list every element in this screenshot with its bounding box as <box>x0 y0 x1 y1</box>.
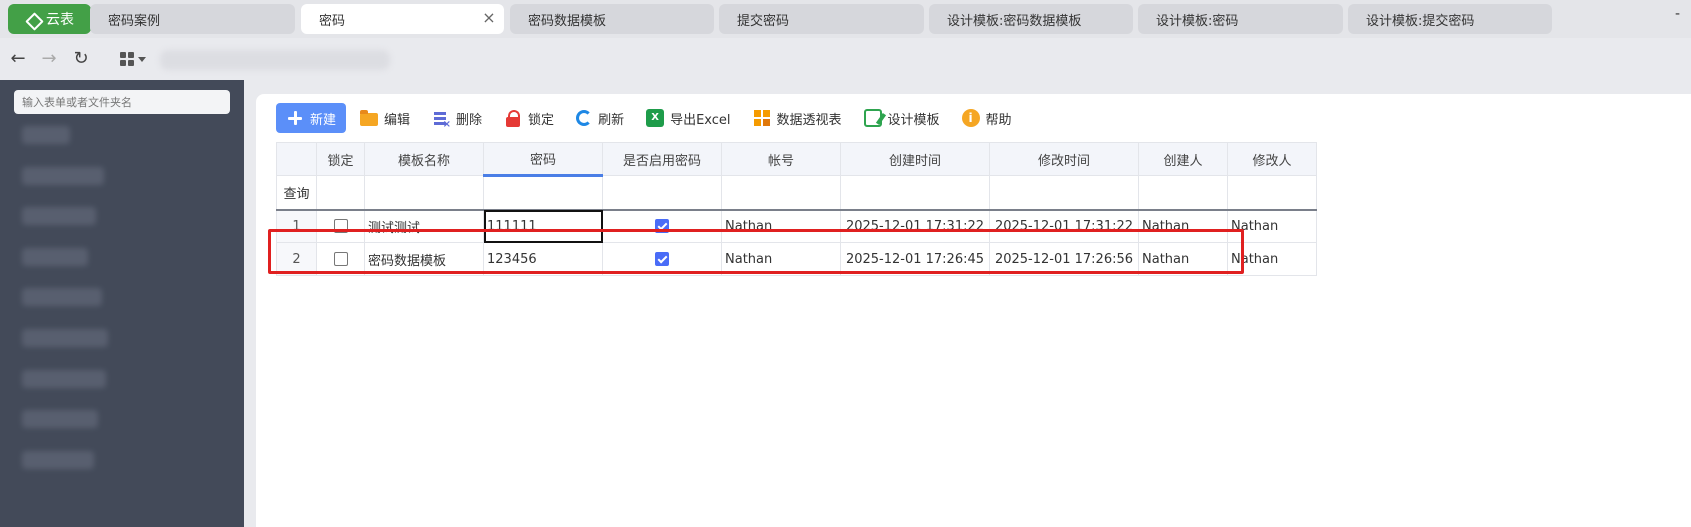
sidebar-item[interactable] <box>22 167 104 185</box>
column-header-locked[interactable]: 锁定 <box>316 142 365 176</box>
help-icon: i <box>961 109 980 127</box>
tab-overflow[interactable]: - <box>1675 6 1680 22</box>
column-header-account[interactable]: 帐号 <box>721 142 841 176</box>
sidebar-item[interactable] <box>22 329 108 347</box>
sidebar-item[interactable] <box>22 248 88 266</box>
tab-submit-password[interactable]: 提交密码 <box>719 4 924 34</box>
template-name-cell[interactable]: 密码数据模板 <box>364 242 484 276</box>
nav-bar: ← → ↻ <box>0 38 1691 80</box>
pivot-table-icon <box>753 109 771 127</box>
edit-button[interactable]: 编辑 <box>352 103 418 133</box>
column-header-modifier[interactable]: 修改人 <box>1227 142 1317 176</box>
tab-design-submit-password[interactable]: 设计模板:提交密码 <box>1348 4 1552 34</box>
enabled-cell[interactable] <box>602 242 722 276</box>
creator-cell[interactable]: Nathan <box>1138 209 1228 243</box>
lock-icon <box>504 109 522 127</box>
filter-row: 查询 <box>276 175 1317 210</box>
plus-icon <box>286 109 304 127</box>
address-bar-blurred <box>160 50 390 70</box>
account-cell[interactable]: Nathan <box>721 209 841 243</box>
table-row[interactable]: 1 测试测试 111111 Nathan 2025-12-01 17:31:22… <box>276 209 1317 243</box>
created-time-cell[interactable]: 2025-12-01 17:31:22 <box>840 209 990 243</box>
table-row[interactable]: 2 密码数据模板 123456 Nathan 2025-12-01 17:26:… <box>276 242 1317 276</box>
modified-time-cell[interactable]: 2025-12-01 17:26:56 <box>989 242 1139 276</box>
brand-logo-icon <box>25 12 40 27</box>
tab-password[interactable]: 密码 × <box>301 4 504 34</box>
modifier-cell[interactable]: Nathan <box>1227 209 1317 243</box>
column-header-creator[interactable]: 创建人 <box>1138 142 1228 176</box>
modified-time-cell[interactable]: 2025-12-01 17:31:22 <box>989 209 1139 243</box>
help-button[interactable]: i 帮助 <box>954 103 1020 133</box>
modifier-cell[interactable]: Nathan <box>1227 242 1317 276</box>
locked-cell[interactable] <box>316 209 365 243</box>
account-cell[interactable]: Nathan <box>721 242 841 276</box>
design-edit-icon <box>863 109 882 127</box>
filter-cell[interactable] <box>1227 175 1317 210</box>
column-header-created-time[interactable]: 创建时间 <box>840 142 990 176</box>
filter-cell[interactable] <box>364 175 484 210</box>
lock-button[interactable]: 锁定 <box>496 103 562 133</box>
column-header-modified-time[interactable]: 修改时间 <box>989 142 1139 176</box>
close-tab-icon[interactable]: × <box>482 10 496 26</box>
filter-cell[interactable] <box>721 175 841 210</box>
locked-checkbox[interactable] <box>333 219 348 234</box>
row-number[interactable]: 1 <box>276 209 317 243</box>
sidebar-search-input[interactable] <box>14 90 230 114</box>
new-button[interactable]: 新建 <box>276 103 347 133</box>
brand-label: 云表 <box>46 12 74 28</box>
row-number[interactable]: 2 <box>276 242 317 276</box>
tab-design-password-data-template[interactable]: 设计模板:密码数据模板 <box>929 4 1133 34</box>
column-header-password-enabled[interactable]: 是否启用密码 <box>602 142 722 176</box>
apps-grid-icon <box>120 52 134 66</box>
export-excel-button[interactable]: X 导出Excel <box>638 103 738 133</box>
enabled-checkbox[interactable] <box>655 219 669 234</box>
sidebar-item[interactable] <box>22 126 70 144</box>
data-grid: 锁定 模板名称 密码 是否启用密码 帐号 创建时间 修改时间 创建人 修改人 查… <box>276 142 1317 276</box>
tab-design-password[interactable]: 设计模板:密码 <box>1138 4 1343 34</box>
back-arrow-icon[interactable]: ← <box>7 48 29 70</box>
sidebar-item[interactable] <box>22 288 102 306</box>
filter-cell[interactable] <box>602 175 722 210</box>
filter-cell[interactable] <box>316 175 365 210</box>
template-name-cell[interactable]: 测试测试 <box>364 209 484 243</box>
enabled-cell[interactable] <box>602 209 722 243</box>
delete-rows-icon <box>432 109 451 130</box>
enabled-checkbox[interactable] <box>655 252 669 266</box>
filter-cell[interactable] <box>1138 175 1228 210</box>
password-cell[interactable]: 111111 <box>483 209 603 243</box>
forward-arrow-icon[interactable]: → <box>38 48 60 70</box>
design-template-button[interactable]: 设计模板 <box>856 103 948 133</box>
locked-cell[interactable] <box>316 242 365 276</box>
sidebar-item[interactable] <box>22 370 106 388</box>
filter-cell[interactable] <box>483 175 603 210</box>
sidebar-item[interactable] <box>22 451 94 469</box>
pivot-table-button[interactable]: 数据透视表 <box>745 103 850 133</box>
column-header-template-name[interactable]: 模板名称 <box>364 142 484 176</box>
reload-icon[interactable]: ↻ <box>70 48 92 70</box>
filter-label: 查询 <box>276 175 317 210</box>
brand-button[interactable]: 云表 <box>8 4 91 34</box>
refresh-button[interactable]: 刷新 <box>568 103 632 133</box>
locked-checkbox[interactable] <box>333 252 348 266</box>
sidebar-item[interactable] <box>22 410 98 428</box>
tab-password-data-template[interactable]: 密码数据模板 <box>510 4 714 34</box>
apps-menu-button[interactable] <box>120 49 150 69</box>
refresh-icon <box>576 110 593 126</box>
sidebar <box>0 80 244 527</box>
toolbar: 新建 编辑 删除 锁定 刷新 X 导出Excel 数据透视表 设计模板 i 帮助 <box>276 103 1026 133</box>
created-time-cell[interactable]: 2025-12-01 17:26:45 <box>840 242 990 276</box>
sidebar-item[interactable] <box>22 207 96 225</box>
tab-bar: 云表 密码案例 密码 × 密码数据模板 提交密码 设计模板:密码数据模板 设计模… <box>0 0 1691 38</box>
excel-icon: X <box>646 109 665 127</box>
delete-button[interactable]: 删除 <box>424 103 490 133</box>
caret-down-icon <box>138 56 146 62</box>
filter-cell[interactable] <box>840 175 990 210</box>
password-cell[interactable]: 123456 <box>483 242 603 276</box>
folder-edit-icon <box>360 110 379 126</box>
filter-cell[interactable] <box>989 175 1139 210</box>
corner-cell <box>276 142 317 176</box>
tab-password-case[interactable]: 密码案例 <box>90 4 295 34</box>
column-header-password[interactable]: 密码 <box>483 142 603 177</box>
creator-cell[interactable]: Nathan <box>1138 242 1228 276</box>
